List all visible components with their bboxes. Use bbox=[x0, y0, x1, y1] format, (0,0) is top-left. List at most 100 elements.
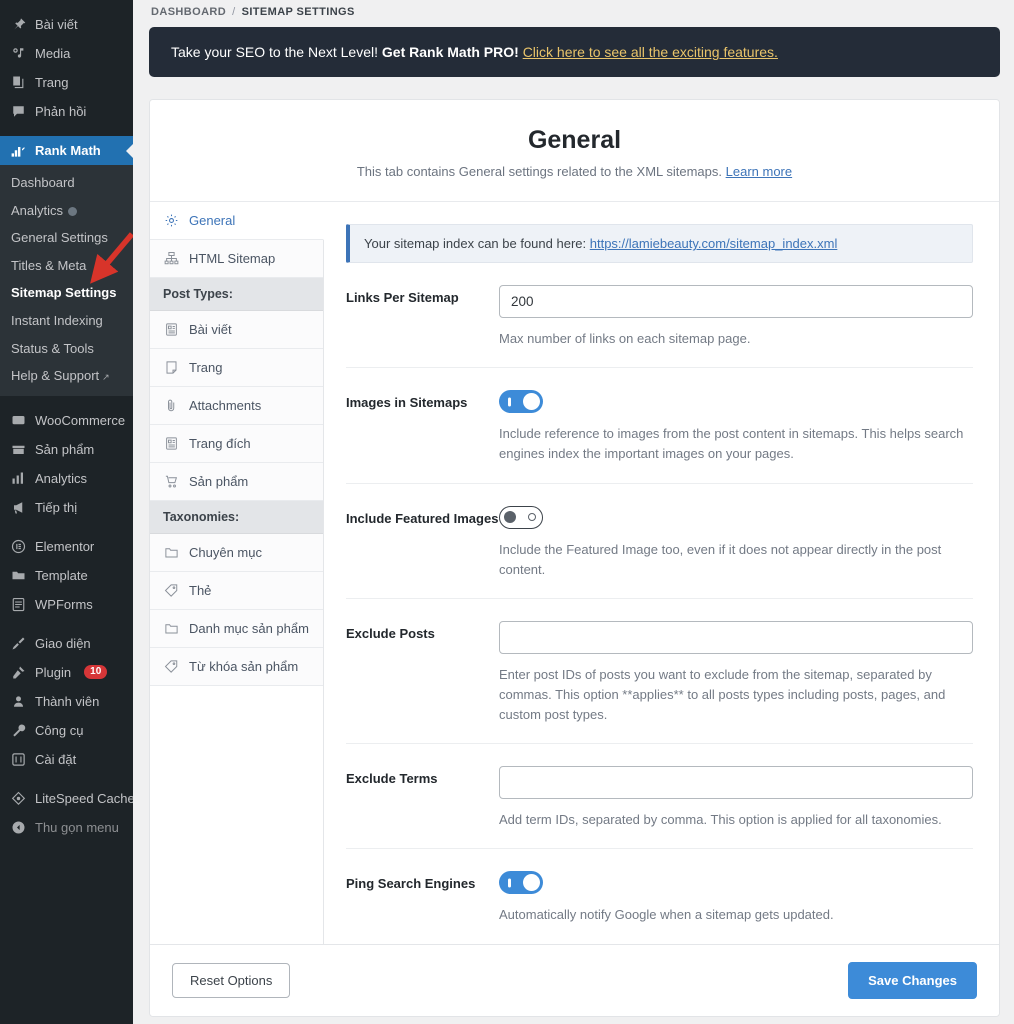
sidebar-item-marketing[interactable]: Tiếp thị bbox=[0, 493, 133, 522]
sidebar-label: Media bbox=[35, 46, 71, 61]
field-label: Include Featured Images bbox=[346, 510, 499, 526]
exclude-posts-input[interactable] bbox=[499, 620, 973, 654]
panel-footer: Reset Options Save Changes bbox=[150, 943, 999, 1016]
field-ping-search-engines: Ping Search Engines Automatically notify… bbox=[346, 849, 973, 943]
ping-search-engines-toggle[interactable] bbox=[499, 871, 543, 895]
sidebar-item-wpforms[interactable]: WPForms bbox=[0, 590, 133, 619]
plugin-icon bbox=[9, 663, 27, 681]
sidebar-item-rank-math[interactable]: Rank Math bbox=[0, 136, 133, 165]
tab-general[interactable]: General bbox=[150, 202, 324, 241]
tab-taxonomy-danh-muc-san-pham[interactable]: Danh mục sản phẩm bbox=[150, 610, 323, 649]
settings-content: Your sitemap index can be found here: ht… bbox=[324, 202, 999, 944]
sidebar-item-template[interactable]: Template bbox=[0, 561, 133, 590]
sidebar-item-litespeed-cache[interactable]: LiteSpeed Cache bbox=[0, 784, 133, 813]
sidebar-label: Tiếp thị bbox=[35, 499, 78, 515]
submenu-item-help-support[interactable]: Help & Support ↗ bbox=[0, 362, 133, 390]
tab-taxonomy-chuyen-muc[interactable]: Chuyên mục bbox=[150, 534, 323, 573]
submenu-item-status-tools[interactable]: Status & Tools bbox=[0, 335, 133, 363]
sidebar-divider bbox=[0, 619, 133, 629]
sidebar-item-appearance[interactable]: Giao diện bbox=[0, 629, 133, 658]
pro-upgrade-banner: Take your SEO to the Next Level! Get Ran… bbox=[149, 27, 1000, 78]
comment-icon bbox=[9, 103, 27, 121]
sidebar-item-woocommerce[interactable]: WooCommerce bbox=[0, 406, 133, 435]
sidebar-item-media[interactable]: Media bbox=[0, 39, 133, 68]
tab-post-bai-viet[interactable]: Bài viết bbox=[150, 311, 323, 350]
images-in-sitemaps-toggle[interactable] bbox=[499, 390, 543, 414]
sidebar-item-products[interactable]: Sản phẩm bbox=[0, 435, 133, 464]
field-label: Links Per Sitemap bbox=[346, 290, 459, 306]
submenu-item-dashboard[interactable]: Dashboard bbox=[0, 169, 133, 197]
sidebar-label: Cài đặt bbox=[35, 751, 77, 767]
reset-options-button[interactable]: Reset Options bbox=[172, 962, 291, 998]
submenu-item-titles-meta[interactable]: Titles & Meta bbox=[0, 252, 133, 280]
sidebar-item-analytics[interactable]: Analytics bbox=[0, 464, 133, 493]
include-featured-images-toggle[interactable] bbox=[499, 505, 543, 529]
submenu-label: Help & Support bbox=[11, 368, 100, 384]
rank-math-icon bbox=[9, 142, 27, 160]
tab-label: Trang đích bbox=[189, 435, 251, 451]
tab-post-trang-dich[interactable]: Trang đích bbox=[150, 425, 323, 464]
appearance-icon bbox=[9, 634, 27, 652]
sidebar-label: Thu gọn menu bbox=[35, 819, 119, 835]
megaphone-icon bbox=[9, 498, 27, 516]
sitemap-index-link[interactable]: https://lamiebeauty.com/sitemap_index.xm… bbox=[590, 236, 838, 251]
sidebar-item-comments[interactable]: Phản hồi bbox=[0, 97, 133, 126]
save-changes-button[interactable]: Save Changes bbox=[848, 961, 977, 999]
submenu-item-instant-indexing[interactable]: Instant Indexing bbox=[0, 307, 133, 335]
woo-icon bbox=[9, 411, 27, 429]
sidebar-item-collapse-menu[interactable]: Thu gọn menu bbox=[0, 813, 133, 842]
tab-post-attachments[interactable]: Attachments bbox=[150, 387, 323, 426]
media-icon bbox=[9, 45, 27, 63]
tab-taxonomy-tu-khoa-san-pham[interactable]: Từ khóa sản phẩm bbox=[150, 648, 323, 687]
tab-label: Bài viết bbox=[189, 321, 232, 337]
tab-label: Trang bbox=[189, 359, 223, 375]
tab-label: Attachments bbox=[189, 397, 262, 413]
breadcrumb-root[interactable]: DASHBOARD bbox=[151, 6, 226, 18]
tag-icon bbox=[163, 582, 180, 599]
tab-taxonomy-the[interactable]: Thẻ bbox=[150, 572, 323, 611]
banner-link[interactable]: Click here to see all the exciting featu… bbox=[523, 44, 778, 60]
tab-post-san-pham[interactable]: Sản phẩm bbox=[150, 463, 323, 502]
sidebar-divider bbox=[0, 396, 133, 406]
product-icon bbox=[9, 440, 27, 458]
sidebar-item-plugins[interactable]: Plugin 10 bbox=[0, 658, 133, 687]
submenu-item-sitemap-settings[interactable]: Sitemap Settings bbox=[0, 279, 133, 307]
sidebar-item-pages[interactable]: Trang bbox=[0, 68, 133, 97]
sidebar-item-tools[interactable]: Công cụ bbox=[0, 716, 133, 745]
sidebar-item-users[interactable]: Thành viên bbox=[0, 687, 133, 716]
field-description: Include the Featured Image too, even if … bbox=[499, 541, 942, 577]
submenu-item-general-settings[interactable]: General Settings bbox=[0, 224, 133, 252]
field-include-featured-images: Include Featured Images Include the Feat… bbox=[346, 484, 973, 599]
sidebar-label: Thành viên bbox=[35, 693, 100, 709]
field-description: Max number of links on each sitemap page… bbox=[499, 331, 751, 347]
sidebar-label: Phản hồi bbox=[35, 104, 87, 119]
field-label: Images in Sitemaps bbox=[346, 395, 468, 411]
tab-post-trang[interactable]: Trang bbox=[150, 349, 323, 388]
sidebar-group-builders: Elementor Template WPForms bbox=[0, 532, 133, 619]
tab-label: General bbox=[189, 212, 236, 228]
rank-math-submenu: Dashboard Analytics General Settings Tit… bbox=[0, 165, 133, 396]
field-label: Exclude Posts bbox=[346, 625, 435, 641]
sidebar-item-elementor[interactable]: Elementor bbox=[0, 532, 133, 561]
panel-header: General This tab contains General settin… bbox=[150, 100, 999, 203]
chart-icon bbox=[9, 469, 27, 487]
breadcrumb-current: SITEMAP SETTINGS bbox=[241, 6, 355, 18]
tab-group-taxonomies: Taxonomies: bbox=[150, 501, 323, 535]
elementor-icon bbox=[9, 537, 27, 555]
submenu-item-analytics[interactable]: Analytics bbox=[0, 197, 133, 225]
sidebar-label: LiteSpeed Cache bbox=[35, 790, 133, 806]
learn-more-link[interactable]: Learn more bbox=[726, 164, 792, 179]
links-per-sitemap-input[interactable] bbox=[499, 285, 973, 319]
tag-icon bbox=[163, 658, 180, 675]
exclude-terms-input[interactable] bbox=[499, 766, 973, 800]
cart-icon bbox=[163, 473, 180, 490]
field-exclude-posts: Exclude Posts Enter post IDs of posts yo… bbox=[346, 599, 973, 745]
sidebar-item-settings[interactable]: Cài đặt bbox=[0, 745, 133, 774]
folder-icon bbox=[163, 544, 180, 561]
sidebar-label: WPForms bbox=[35, 596, 93, 612]
field-description: Enter post IDs of posts you want to excl… bbox=[499, 666, 946, 723]
attachment-icon bbox=[163, 397, 180, 414]
tab-html-sitemap[interactable]: HTML Sitemap bbox=[150, 240, 323, 279]
sidebar-item-posts[interactable]: Bài viết bbox=[0, 10, 133, 39]
field-description: Include reference to images from the pos… bbox=[499, 426, 964, 462]
